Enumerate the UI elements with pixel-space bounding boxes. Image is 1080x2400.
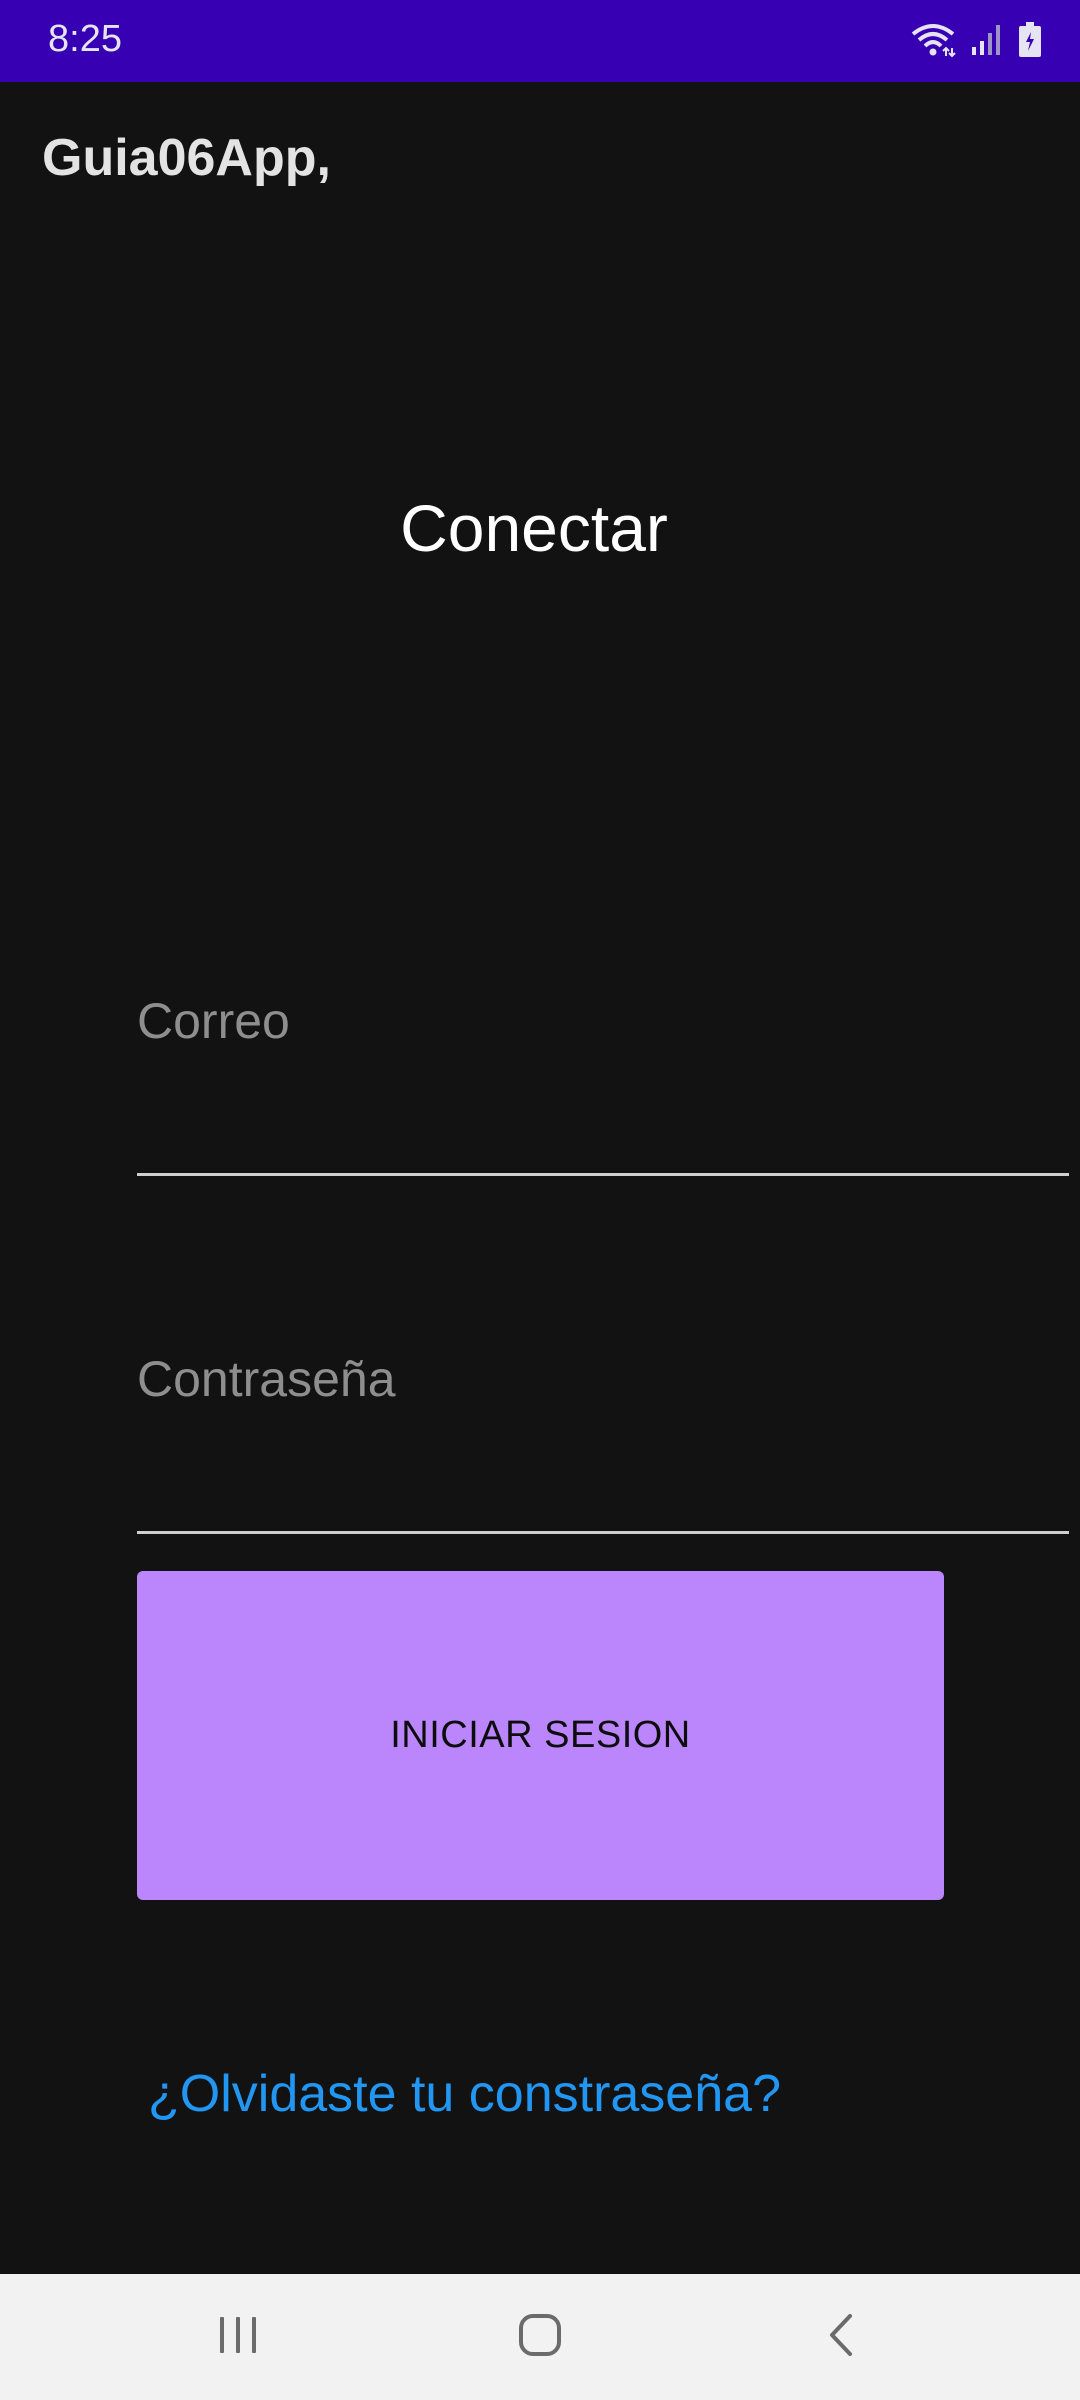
forgot-password-link[interactable]: ¿Olvidaste tu constraseña? bbox=[148, 2064, 781, 2124]
signal-icon bbox=[970, 23, 1004, 57]
status-bar: 8:25 bbox=[0, 0, 1080, 82]
status-time: 8:25 bbox=[48, 18, 122, 60]
back-icon bbox=[822, 2312, 862, 2363]
navigation-bar bbox=[0, 2274, 1080, 2400]
battery-icon bbox=[1018, 22, 1042, 58]
page-title: Conectar bbox=[400, 491, 668, 565]
wifi-icon bbox=[910, 22, 956, 58]
back-button[interactable] bbox=[802, 2304, 882, 2370]
home-icon bbox=[517, 2312, 563, 2363]
app-title: Guia06App, bbox=[42, 129, 331, 187]
email-placeholder: Correo bbox=[137, 993, 290, 1049]
password-placeholder: Contraseña bbox=[137, 1351, 396, 1407]
status-icons bbox=[910, 20, 1042, 60]
recent-apps-icon bbox=[218, 2313, 258, 2362]
password-field[interactable]: Contraseña bbox=[137, 1351, 1069, 1534]
home-button[interactable] bbox=[500, 2304, 580, 2370]
login-screen: 8:25 Guia06App, Conectar Correo Contrase… bbox=[0, 0, 1080, 2400]
email-field[interactable]: Correo bbox=[137, 993, 1069, 1176]
login-button[interactable]: INICIAR SESION bbox=[137, 1571, 944, 1900]
recent-apps-button[interactable] bbox=[198, 2304, 278, 2370]
